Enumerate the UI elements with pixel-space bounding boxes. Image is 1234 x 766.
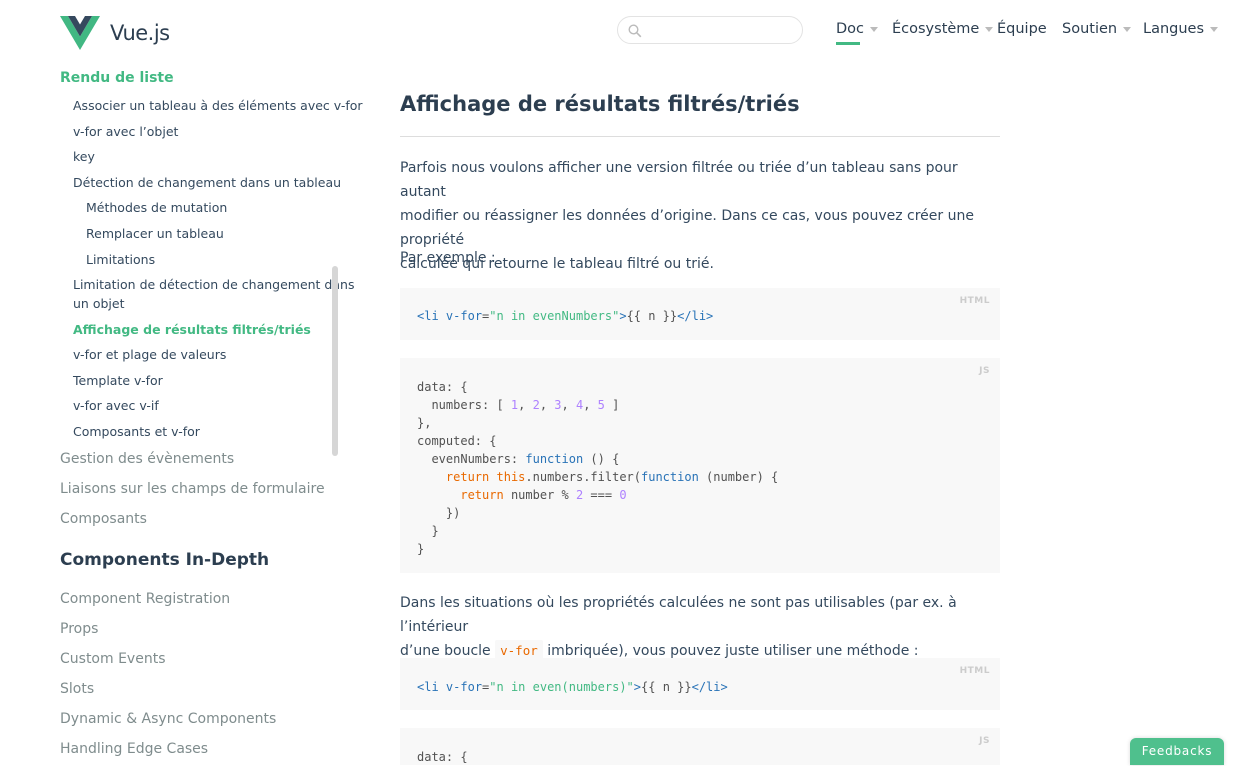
nav-langues[interactable]: Langues (1143, 21, 1219, 37)
chevron-down-icon (1123, 26, 1132, 32)
nav-equipe-label: Équipe (997, 21, 1047, 37)
code-content: data: { (417, 750, 468, 764)
vue-logo-icon (60, 16, 100, 50)
sidebar-subitem[interactable]: Remplacer un tableau (86, 226, 224, 241)
paragraph-line: modifier ou réassigner les données d’ori… (400, 208, 974, 248)
logo-text: Vue.js (110, 21, 170, 45)
code-block-js: JS data: { (400, 728, 1000, 765)
code-content: data: { numbers: [ 1, 2, 3, 4, 5 ] }, co… (417, 380, 779, 556)
vue-logo-link[interactable]: Vue.js (60, 16, 170, 50)
top-header: Vue.js Doc Écosystème Équipe Soutien Lan… (0, 0, 1234, 64)
code-block-html: HTML <li v-for="n in even(numbers)">{{ n… (400, 658, 1000, 710)
sidebar-item[interactable]: Gestion des évènements (60, 451, 234, 467)
code-block-html: HTML <li v-for="n in evenNumbers">{{ n }… (400, 288, 1000, 340)
code-lang-label: JS (979, 366, 990, 376)
chevron-down-icon (870, 26, 879, 32)
code-lang-label: JS (979, 736, 990, 746)
sidebar-item[interactable]: Slots (60, 681, 94, 697)
text-fragment: d’une boucle (400, 643, 491, 659)
sidebar-subitem-active[interactable]: Affichage de résultats filtrés/triés (73, 322, 311, 337)
methods-paragraph: Dans les situations où les propriétés ca… (400, 591, 1000, 663)
sidebar-item[interactable]: Dynamic & Async Components (60, 711, 276, 727)
sidebar-item[interactable]: Handling Edge Cases (60, 741, 208, 757)
sidebar-item[interactable]: Composants (60, 511, 147, 527)
sidebar-item[interactable]: Props (60, 621, 98, 637)
feedback-button[interactable]: Feedbacks (1130, 738, 1224, 765)
sidebar-subitem[interactable]: v-for avec l’objet (73, 124, 178, 139)
nav-ecosysteme[interactable]: Écosystème (892, 21, 994, 37)
text-fragment: imbriquée), vous pouvez juste utiliser u… (547, 643, 919, 659)
nav-doc[interactable]: Doc (836, 21, 879, 37)
chevron-down-icon (1210, 26, 1219, 32)
sidebar-subitem[interactable]: Associer un tableau à des éléments avec … (73, 98, 363, 113)
search-input[interactable] (650, 21, 794, 41)
sidebar-subitem[interactable]: Template v-for (73, 373, 163, 388)
sidebar-subitem-continued[interactable]: un objet (73, 296, 124, 311)
nav-soutien-label: Soutien (1062, 21, 1118, 37)
nav-soutien[interactable]: Soutien (1062, 21, 1132, 37)
sidebar-subitem[interactable]: v-for avec v-if (73, 398, 159, 413)
divider (400, 136, 1000, 137)
example-label: Par exemple : (400, 250, 496, 266)
nav-equipe[interactable]: Équipe (997, 21, 1047, 37)
sidebar-subitem[interactable]: key (73, 149, 95, 164)
page-title: Affichage de résultats filtrés/triés (400, 92, 800, 116)
sidebar-item[interactable]: Custom Events (60, 651, 166, 667)
code-lang-label: HTML (959, 666, 990, 676)
sidebar-item[interactable]: Liaisons sur les champs de formulaire (60, 481, 325, 497)
sidebar-subitem[interactable]: Méthodes de mutation (86, 200, 227, 215)
sidebar-subitem[interactable]: Limitations (86, 252, 155, 267)
sidebar-item[interactable]: Component Registration (60, 591, 230, 607)
sidebar-scrollbar[interactable] (332, 266, 338, 456)
sidebar-subitem[interactable]: Composants et v-for (73, 424, 200, 439)
search-icon (628, 24, 642, 38)
code-lang-label: HTML (959, 296, 990, 306)
search-box[interactable] (617, 16, 803, 44)
sidebar-subitem[interactable]: v-for et plage de valeurs (73, 347, 226, 362)
code-block-js: JS data: { numbers: [ 1, 2, 3, 4, 5 ] },… (400, 358, 1000, 573)
sidebar-subitem[interactable]: Limitation de détection de changement da… (73, 277, 354, 292)
code-content: <li v-for="n in even(numbers)">{{ n }}</… (417, 680, 728, 694)
sidebar-section-heading: Components In-Depth (60, 550, 270, 570)
nav-langues-label: Langues (1143, 21, 1205, 37)
chevron-down-icon (985, 26, 994, 32)
nav-ecosysteme-label: Écosystème (892, 21, 980, 37)
code-content: <li v-for="n in evenNumbers">{{ n }}</li… (417, 309, 714, 323)
nav-doc-label: Doc (836, 21, 865, 37)
paragraph-line: Dans les situations où les propriétés ca… (400, 595, 957, 635)
nav-active-indicator (836, 42, 860, 45)
sidebar-subitem[interactable]: Détection de changement dans un tableau (73, 175, 341, 190)
paragraph-line: Parfois nous voulons afficher une versio… (400, 160, 958, 200)
sidebar-section-rendu-de-liste[interactable]: Rendu de liste (60, 70, 174, 86)
